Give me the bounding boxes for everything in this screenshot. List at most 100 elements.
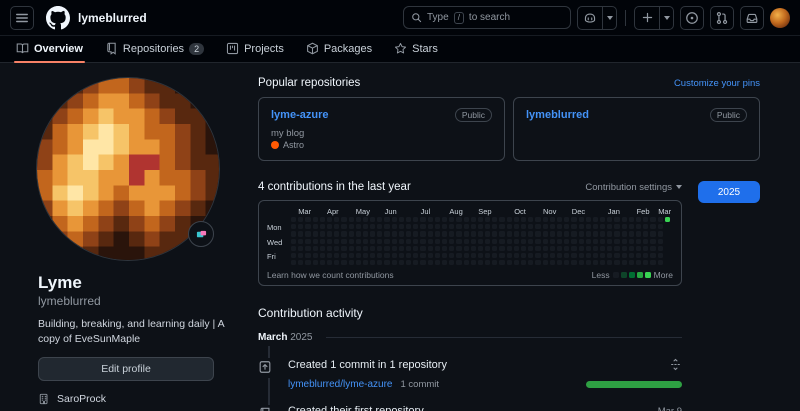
plus-icon[interactable]: [635, 7, 659, 29]
contribution-cell[interactable]: [607, 231, 612, 236]
contribution-cell[interactable]: [291, 239, 296, 244]
tab-stars[interactable]: Stars: [386, 37, 446, 62]
contribution-cell[interactable]: [614, 253, 619, 258]
tab-projects[interactable]: Projects: [218, 37, 292, 62]
contribution-cell[interactable]: [464, 217, 469, 222]
contribution-cell[interactable]: [413, 239, 418, 244]
contribution-cell[interactable]: [521, 253, 526, 258]
contribution-cell[interactable]: [571, 260, 576, 265]
contribution-cell[interactable]: [384, 239, 389, 244]
contribution-cell[interactable]: [550, 217, 555, 222]
contribution-cell[interactable]: [420, 231, 425, 236]
contribution-cell[interactable]: [313, 260, 318, 265]
contribution-cell[interactable]: [600, 246, 605, 251]
contribution-cell[interactable]: [636, 231, 641, 236]
contribution-cell[interactable]: [291, 231, 296, 236]
contribution-cell[interactable]: [643, 231, 648, 236]
contribution-cell[interactable]: [428, 231, 433, 236]
contribution-cell[interactable]: [579, 217, 584, 222]
contribution-cell[interactable]: [341, 239, 346, 244]
contribution-cell[interactable]: [571, 217, 576, 222]
contribution-cell[interactable]: [313, 253, 318, 258]
contribution-cell[interactable]: [614, 231, 619, 236]
contribution-cell[interactable]: [593, 231, 598, 236]
contribution-cell[interactable]: [579, 239, 584, 244]
contribution-cell[interactable]: [521, 246, 526, 251]
contribution-cell[interactable]: [650, 246, 655, 251]
contribution-cell[interactable]: [435, 224, 440, 229]
activity-repo-link[interactable]: lymeblurred/lyme-azure: [288, 379, 392, 390]
contribution-cell[interactable]: [593, 217, 598, 222]
contribution-cell[interactable]: [320, 246, 325, 251]
contribution-cell[interactable]: [499, 217, 504, 222]
contribution-cell[interactable]: [298, 239, 303, 244]
contribution-cell[interactable]: [399, 224, 404, 229]
contribution-cell[interactable]: [334, 224, 339, 229]
contribution-cell[interactable]: [449, 231, 454, 236]
contribution-cell[interactable]: [313, 217, 318, 222]
contribution-cell[interactable]: [384, 260, 389, 265]
contribution-cell[interactable]: [521, 231, 526, 236]
contribution-cell[interactable]: [471, 253, 476, 258]
contribution-cell[interactable]: [305, 253, 310, 258]
contribution-cell[interactable]: [456, 231, 461, 236]
contribution-cell[interactable]: [643, 260, 648, 265]
contribution-cell[interactable]: [622, 260, 627, 265]
contribution-cell[interactable]: [550, 253, 555, 258]
customize-pins-link[interactable]: Customize your pins: [674, 78, 760, 89]
contribution-cell[interactable]: [349, 253, 354, 258]
contribution-cell[interactable]: [622, 246, 627, 251]
github-logo-icon[interactable]: [46, 6, 70, 30]
count-contributions-link[interactable]: Learn how we count contributions: [267, 270, 394, 280]
contribution-cell[interactable]: [471, 239, 476, 244]
unfold-activity-button[interactable]: [669, 358, 682, 371]
contribution-cell[interactable]: [535, 253, 540, 258]
contribution-cell[interactable]: [370, 217, 375, 222]
contribution-cell[interactable]: [456, 246, 461, 251]
contribution-cell[interactable]: [579, 246, 584, 251]
copilot-icon[interactable]: [578, 7, 602, 29]
contribution-cell[interactable]: [564, 246, 569, 251]
contribution-cell[interactable]: [571, 231, 576, 236]
contribution-cell[interactable]: [485, 224, 490, 229]
contribution-cell[interactable]: [313, 246, 318, 251]
contribution-cell[interactable]: [370, 224, 375, 229]
contribution-cell[interactable]: [435, 217, 440, 222]
contribution-cell[interactable]: [313, 239, 318, 244]
contribution-cell[interactable]: [571, 246, 576, 251]
contribution-cell[interactable]: [420, 239, 425, 244]
contribution-cell[interactable]: [356, 260, 361, 265]
contribution-cell[interactable]: [514, 239, 519, 244]
contribution-cell[interactable]: [535, 231, 540, 236]
contribution-cell[interactable]: [341, 260, 346, 265]
contribution-cell[interactable]: [650, 224, 655, 229]
contribution-cell[interactable]: [442, 260, 447, 265]
contribution-cell[interactable]: [543, 239, 548, 244]
contribution-cell[interactable]: [413, 224, 418, 229]
contribution-cell[interactable]: [622, 217, 627, 222]
contribution-cell[interactable]: [399, 239, 404, 244]
contribution-cell[interactable]: [341, 253, 346, 258]
contribution-cell[interactable]: [514, 246, 519, 251]
contribution-cell[interactable]: [607, 246, 612, 251]
contribution-cell[interactable]: [392, 253, 397, 258]
contribution-cell[interactable]: [471, 224, 476, 229]
contribution-cell[interactable]: [514, 253, 519, 258]
contribution-cell[interactable]: [449, 260, 454, 265]
context-title[interactable]: lymeblurred: [78, 11, 147, 25]
contribution-cell[interactable]: [442, 253, 447, 258]
contribution-cell[interactable]: [492, 253, 497, 258]
contribution-cell[interactable]: [370, 253, 375, 258]
contribution-cell[interactable]: [442, 231, 447, 236]
contribution-cell[interactable]: [435, 260, 440, 265]
contribution-cell[interactable]: [327, 231, 332, 236]
contribution-cell[interactable]: [428, 217, 433, 222]
contribution-cell[interactable]: [507, 260, 512, 265]
hamburger-menu-button[interactable]: [10, 6, 34, 30]
contribution-cell[interactable]: [456, 239, 461, 244]
contribution-cell[interactable]: [571, 253, 576, 258]
contribution-cell[interactable]: [406, 239, 411, 244]
contribution-cell[interactable]: [406, 224, 411, 229]
contribution-cell[interactable]: [349, 231, 354, 236]
contribution-cell[interactable]: [406, 260, 411, 265]
